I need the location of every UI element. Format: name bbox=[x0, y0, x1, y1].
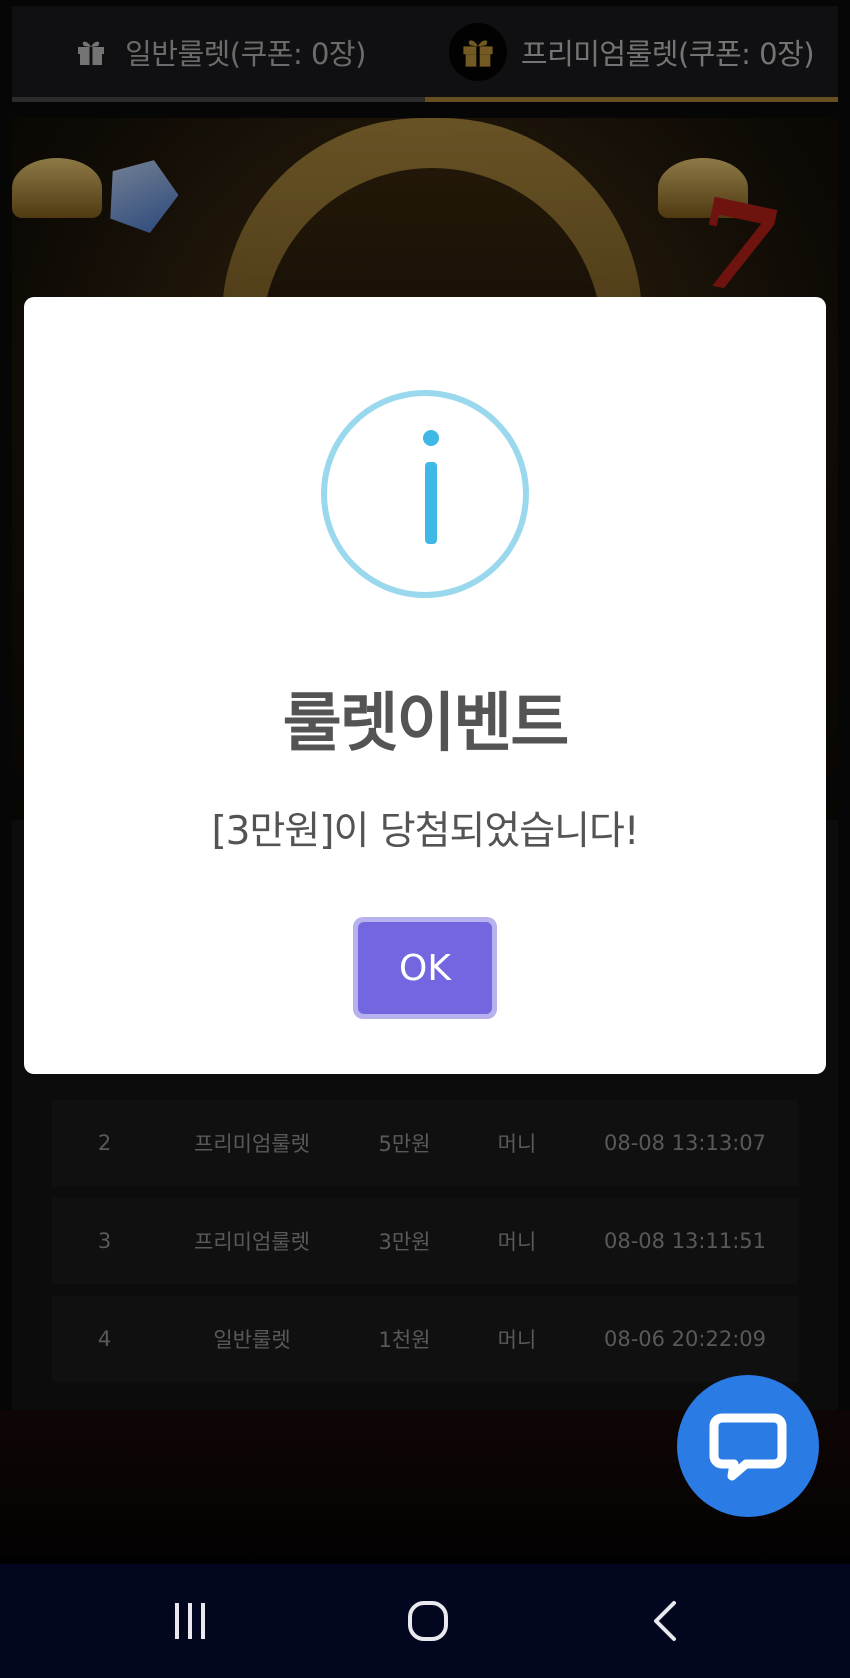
android-navigation-bar bbox=[0, 1564, 850, 1678]
home-icon bbox=[408, 1601, 448, 1641]
ok-button-label: OK bbox=[358, 922, 492, 1014]
back-icon bbox=[654, 1601, 676, 1641]
info-icon bbox=[321, 390, 529, 598]
chat-button[interactable] bbox=[677, 1375, 819, 1517]
result-dialog: 룰렛이벤트 [3만원]이 당첨되었습니다! OK bbox=[24, 297, 826, 1074]
home-button[interactable] bbox=[368, 1564, 488, 1678]
recent-apps-icon bbox=[175, 1603, 205, 1639]
chat-bubble-icon bbox=[709, 1413, 787, 1481]
ok-button[interactable]: OK bbox=[353, 917, 497, 1019]
dialog-message: [3만원]이 당첨되었습니다! bbox=[211, 809, 639, 854]
back-button[interactable] bbox=[606, 1564, 726, 1678]
dialog-title: 룰렛이벤트 bbox=[282, 687, 569, 761]
recent-apps-button[interactable] bbox=[130, 1564, 250, 1678]
